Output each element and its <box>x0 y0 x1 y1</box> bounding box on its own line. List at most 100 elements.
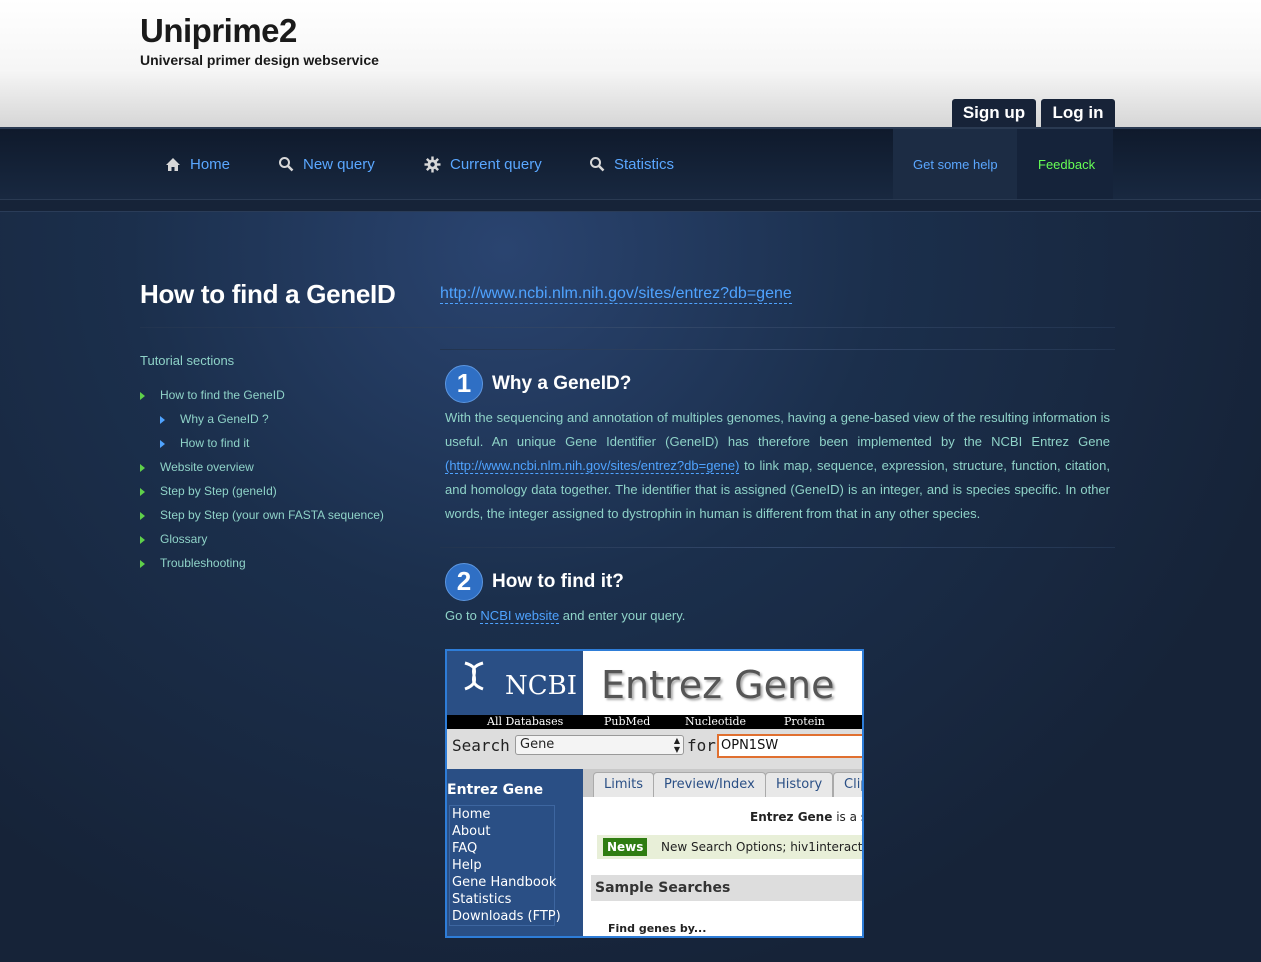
ncbi-screenshot: NCBI Entrez Gene All Databases PubMed Nu… <box>445 649 864 938</box>
nav-new-query[interactable]: New query <box>278 129 375 199</box>
search-label: Search <box>452 736 510 755</box>
section-paragraph: Go to NCBI website and enter your query. <box>445 604 1110 628</box>
db-protein[interactable]: Protein <box>784 715 825 728</box>
intro-bold: Entrez Gene <box>750 810 833 824</box>
ncbi-website-link[interactable]: NCBI website <box>480 608 560 624</box>
select-arrows-icon: ▲ ▼ <box>673 736 680 754</box>
arrow-icon <box>140 512 145 520</box>
toc-item-website-overview[interactable]: Website overview <box>140 460 254 474</box>
toc-item-label: Step by Step (geneId) <box>160 484 277 498</box>
ncbi-menu-statistics[interactable]: Statistics <box>450 891 554 908</box>
nav-statistics[interactable]: Statistics <box>589 129 674 199</box>
sample-searches-heading: Sample Searches <box>591 875 862 901</box>
nav-new-query-label: New query <box>303 155 375 173</box>
ncbi-news-bar: News New Search Options; hiv1interactio <box>597 835 862 859</box>
ncbi-menu-gene-handbook[interactable]: Gene Handbook <box>450 874 556 891</box>
arrow-icon <box>140 560 145 568</box>
section-title-how-to-find: How to find it? <box>492 571 624 592</box>
toc-item-troubleshooting[interactable]: Troubleshooting <box>140 556 246 570</box>
arrow-icon <box>140 464 145 472</box>
arrow-icon <box>160 416 165 424</box>
sidebar-title: Tutorial sections <box>140 353 235 368</box>
ncbi-search-bar: Search Gene ▲ ▼ for OPN1SW <box>447 729 862 769</box>
nav-feedback[interactable]: Feedback <box>1017 129 1113 199</box>
page-title: How to find a GeneID <box>140 279 396 309</box>
tab-limits[interactable]: Limits <box>593 772 654 797</box>
ncbi-intro: Entrez Gene is a s <box>750 810 862 824</box>
site-header: Uniprime2 Universal primer design webser… <box>0 0 1261 127</box>
toc-item-step-by-step-geneid[interactable]: Step by Step (geneId) <box>140 484 277 498</box>
toc-item-label: Troubleshooting <box>160 556 246 570</box>
tab-preview-index[interactable]: Preview/Index <box>653 772 766 797</box>
search-query-input[interactable]: OPN1SW <box>717 734 862 758</box>
toc-item-label: Glossary <box>160 532 208 546</box>
toc-item-step-by-step-fasta[interactable]: Step by Step (your own FASTA sequence) <box>140 508 384 522</box>
ncbi-menu-help[interactable]: Help <box>450 857 554 874</box>
tab-clipboard[interactable]: Clip <box>833 772 862 797</box>
db-nucleotide[interactable]: Nucleotide <box>685 715 746 728</box>
db-pubmed[interactable]: PubMed <box>604 715 650 728</box>
divider <box>440 547 1115 548</box>
toc-item-label: Why a GeneID ? <box>180 412 269 426</box>
arrow-icon <box>140 392 145 400</box>
ncbi-menu-faq[interactable]: FAQ <box>450 840 554 857</box>
nav-statistics-label: Statistics <box>614 155 675 173</box>
ncbi-logo: NCBI <box>447 651 583 715</box>
news-text[interactable]: New Search Options; hiv1interactio <box>661 840 862 854</box>
toc-item-glossary[interactable]: Glossary <box>140 532 208 546</box>
toc-item-why-geneid[interactable]: Why a GeneID ? <box>160 412 269 426</box>
dna-helix-icon <box>464 661 484 691</box>
step-number-badge: 2 <box>445 563 483 601</box>
arrow-icon <box>160 440 165 448</box>
ncbi-main: Limits Preview/Index History Clip Entrez… <box>583 769 862 936</box>
search-icon <box>590 157 605 172</box>
section-title-why-geneid: Why a GeneID? <box>492 373 632 394</box>
find-genes-by: Find genes by... <box>608 922 707 935</box>
paragraph-text: Go to <box>445 608 477 623</box>
arrow-icon <box>140 488 145 496</box>
nav-current-query-label: Current query <box>450 155 542 173</box>
step-number-badge: 1 <box>445 365 483 403</box>
ncbi-sidebar-title: Entrez Gene <box>447 782 544 798</box>
signup-button[interactable]: Sign up <box>952 99 1036 127</box>
tab-history[interactable]: History <box>765 772 834 797</box>
search-db-select[interactable]: Gene ▲ ▼ <box>515 735 684 755</box>
ncbi-logo-text: NCBI <box>505 671 578 701</box>
toc-item-label: How to find it <box>180 436 250 450</box>
entrez-gene-inline-link[interactable]: (http://www.ncbi.nlm.nih.gov/sites/entre… <box>445 458 740 474</box>
nav-home[interactable]: Home <box>165 129 230 199</box>
for-label: for <box>687 736 716 755</box>
search-icon <box>279 157 294 172</box>
gear-icon <box>424 156 441 172</box>
paragraph-text: and enter your query. <box>562 608 686 623</box>
login-button[interactable]: Log in <box>1041 99 1115 127</box>
entrez-gene-link[interactable]: http://www.ncbi.nlm.nih.gov/sites/entrez… <box>440 285 792 304</box>
ncbi-menu-downloads[interactable]: Downloads (FTP) <box>450 908 561 925</box>
main-nav: Home New query Current query Statistics … <box>0 127 1261 200</box>
news-badge: News <box>603 838 648 856</box>
arrow-icon <box>140 536 145 544</box>
ncbi-menu-about[interactable]: About <box>450 823 554 840</box>
ncbi-header: Entrez Gene <box>583 651 862 715</box>
nav-help[interactable]: Get some help <box>893 129 1017 199</box>
toc-item-how-to-find-geneid[interactable]: How to find the GeneID <box>140 388 285 402</box>
db-all-databases[interactable]: All Databases <box>487 715 563 728</box>
divider <box>440 349 1115 350</box>
toc-item-label: Step by Step (your own FASTA sequence) <box>160 508 384 522</box>
paragraph-text: With the sequencing and annotation of mu… <box>445 410 1110 449</box>
ncbi-sidebar: Entrez Gene Home About FAQ Help Gene Han… <box>447 769 583 936</box>
entrez-gene-heading: Entrez Gene <box>601 663 835 707</box>
divider <box>140 327 1115 328</box>
ncbi-tabs: Limits Preview/Index History Clip <box>583 769 862 797</box>
toc-item-how-to-find-it[interactable]: How to find it <box>160 436 250 450</box>
toc-item-label: How to find the GeneID <box>160 388 285 402</box>
nav-current-query[interactable]: Current query <box>424 129 542 199</box>
ncbi-database-bar: All Databases PubMed Nucleotide Protein <box>447 715 862 729</box>
home-icon <box>166 157 180 171</box>
site-title[interactable]: Uniprime2 <box>140 12 297 50</box>
toc-item-label: Website overview <box>160 460 254 474</box>
nav-feedback-label: Feedback <box>1038 157 1096 172</box>
ncbi-menu-home[interactable]: Home <box>450 806 554 823</box>
search-db-value: Gene <box>520 737 555 752</box>
nav-home-label: Home <box>190 155 231 173</box>
